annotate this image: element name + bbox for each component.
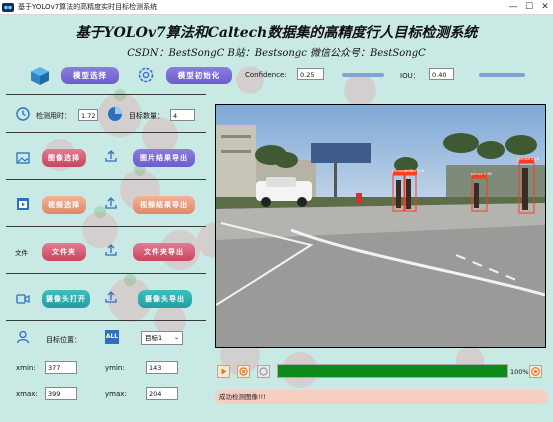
detection-image-view: person 0.78 person 0.81 person 0.80 pers… [215, 104, 546, 348]
select-folder-button[interactable]: 文件夹 [42, 243, 86, 261]
detection-label: person 0.76 [518, 157, 539, 161]
minimize-button[interactable]: — [507, 1, 519, 13]
xmin-value: 377 [45, 361, 77, 374]
folder-row: 文件 文件夹 文件夹导出 [6, 226, 206, 274]
ymin-label: ymin: [105, 364, 125, 372]
init-model-button[interactable]: 模型初始化 [166, 67, 232, 84]
stop-button[interactable] [237, 365, 250, 378]
video-row: 视频选择 视频结果导出 [6, 179, 206, 227]
detection-label: person 0.80 [471, 172, 492, 176]
target-position-section: 目标位置： ALL 目标1 ⌄ xmin: 377 ymin: 143 xmax… [6, 320, 206, 413]
all-targets-badge[interactable]: ALL [105, 330, 119, 344]
open-camera-button[interactable]: 摄像头打开 [42, 290, 90, 308]
stop-icon [239, 367, 248, 376]
export-image-button[interactable]: 图片结果导出 [133, 149, 195, 167]
folder-icon: 文件 [15, 249, 28, 257]
page-title: 基于YOLOv7算法和Caltech数据集的高精度行人目标检测系统 [75, 25, 478, 41]
upload-icon[interactable] [104, 243, 118, 257]
target-button[interactable] [529, 365, 542, 378]
page-subtitle: CSDN：BestSongC B站：Bestsongc 微信公众号：BestSo… [127, 48, 426, 59]
cube-icon [31, 67, 49, 85]
confidence-label: Confidence: [245, 71, 287, 79]
stats-row: 检测用时： 1.72 目标数量： 4 [6, 94, 206, 133]
image-row: 图像选择 图片结果导出 [6, 132, 206, 180]
video-icon [17, 198, 29, 210]
confidence-input[interactable]: 0.25 [297, 68, 324, 80]
detection-label: person 0.81 [404, 169, 425, 173]
status-bar: 成功检测图像!!! [215, 390, 548, 404]
play-button[interactable] [217, 365, 230, 378]
xmax-label: xmax: [16, 390, 38, 398]
ymin-value: 143 [146, 361, 178, 374]
record-button[interactable] [257, 365, 270, 378]
close-button[interactable]: ✕ [539, 1, 551, 13]
iou-input[interactable]: 0.40 [429, 68, 454, 80]
pie-chart-icon [108, 107, 122, 121]
play-icon [221, 368, 227, 375]
target-position-label: 目标位置： [46, 336, 81, 344]
user-icon [16, 330, 30, 344]
time-label: 检测用时： [36, 112, 71, 120]
xmax-value: 399 [45, 387, 77, 400]
camera-icon [16, 294, 30, 304]
app-window: 基于YOLOv7算法的高精度实时目标检测系统 — ☐ ✕ 基于YOLOv7算法和… [0, 0, 553, 422]
target-select[interactable]: 目标1 ⌄ [141, 331, 183, 345]
street-scene-image [216, 105, 545, 347]
gear-icon [138, 67, 154, 83]
target-select-value: 目标1 [145, 334, 163, 342]
chevron-down-icon: ⌄ [173, 334, 179, 341]
select-video-button[interactable]: 视频选择 [42, 196, 86, 214]
ymax-value: 204 [146, 387, 178, 400]
title-bar: 基于YOLOv7算法的高精度实时目标检测系统 — ☐ ✕ [0, 0, 553, 15]
window-title: 基于YOLOv7算法的高精度实时目标检测系统 [18, 3, 158, 11]
progress-text: 100% [510, 368, 529, 376]
upload-icon[interactable] [104, 196, 118, 210]
iou-slider[interactable] [479, 73, 525, 77]
upload-icon[interactable] [104, 149, 118, 163]
export-folder-button[interactable]: 文件夹导出 [133, 243, 195, 261]
select-model-button[interactable]: 模型选择 [61, 67, 119, 84]
iou-label: IOU： [400, 72, 420, 80]
ymax-label: ymax: [105, 390, 127, 398]
select-image-button[interactable]: 图像选择 [42, 149, 86, 167]
confidence-slider[interactable] [342, 73, 384, 77]
count-value: 4 [170, 109, 195, 121]
export-video-button[interactable]: 视频结果导出 [133, 196, 195, 214]
app-logo-icon [2, 3, 14, 12]
export-camera-button[interactable]: 摄像头导出 [138, 290, 192, 308]
control-panel: 检测用时： 1.72 目标数量： 4 图像选择 图片结果导出 视频选择 视频结果… [6, 94, 206, 412]
maximize-button[interactable]: ☐ [523, 1, 535, 13]
image-icon [16, 152, 30, 164]
target-icon [531, 367, 540, 376]
model-settings-bar: 模型选择 模型初始化 Confidence: 0.25 IOU： 0.40 [20, 62, 540, 90]
record-icon [259, 367, 268, 376]
time-value: 1.72 [78, 109, 98, 121]
upload-icon[interactable] [104, 290, 118, 304]
progress-fill [278, 365, 507, 377]
progress-bar [277, 364, 508, 378]
clock-icon [16, 107, 30, 121]
count-label: 目标数量： [129, 112, 164, 120]
xmin-label: xmin: [16, 364, 36, 372]
camera-row: 摄像头打开 摄像头导出 [6, 273, 206, 321]
